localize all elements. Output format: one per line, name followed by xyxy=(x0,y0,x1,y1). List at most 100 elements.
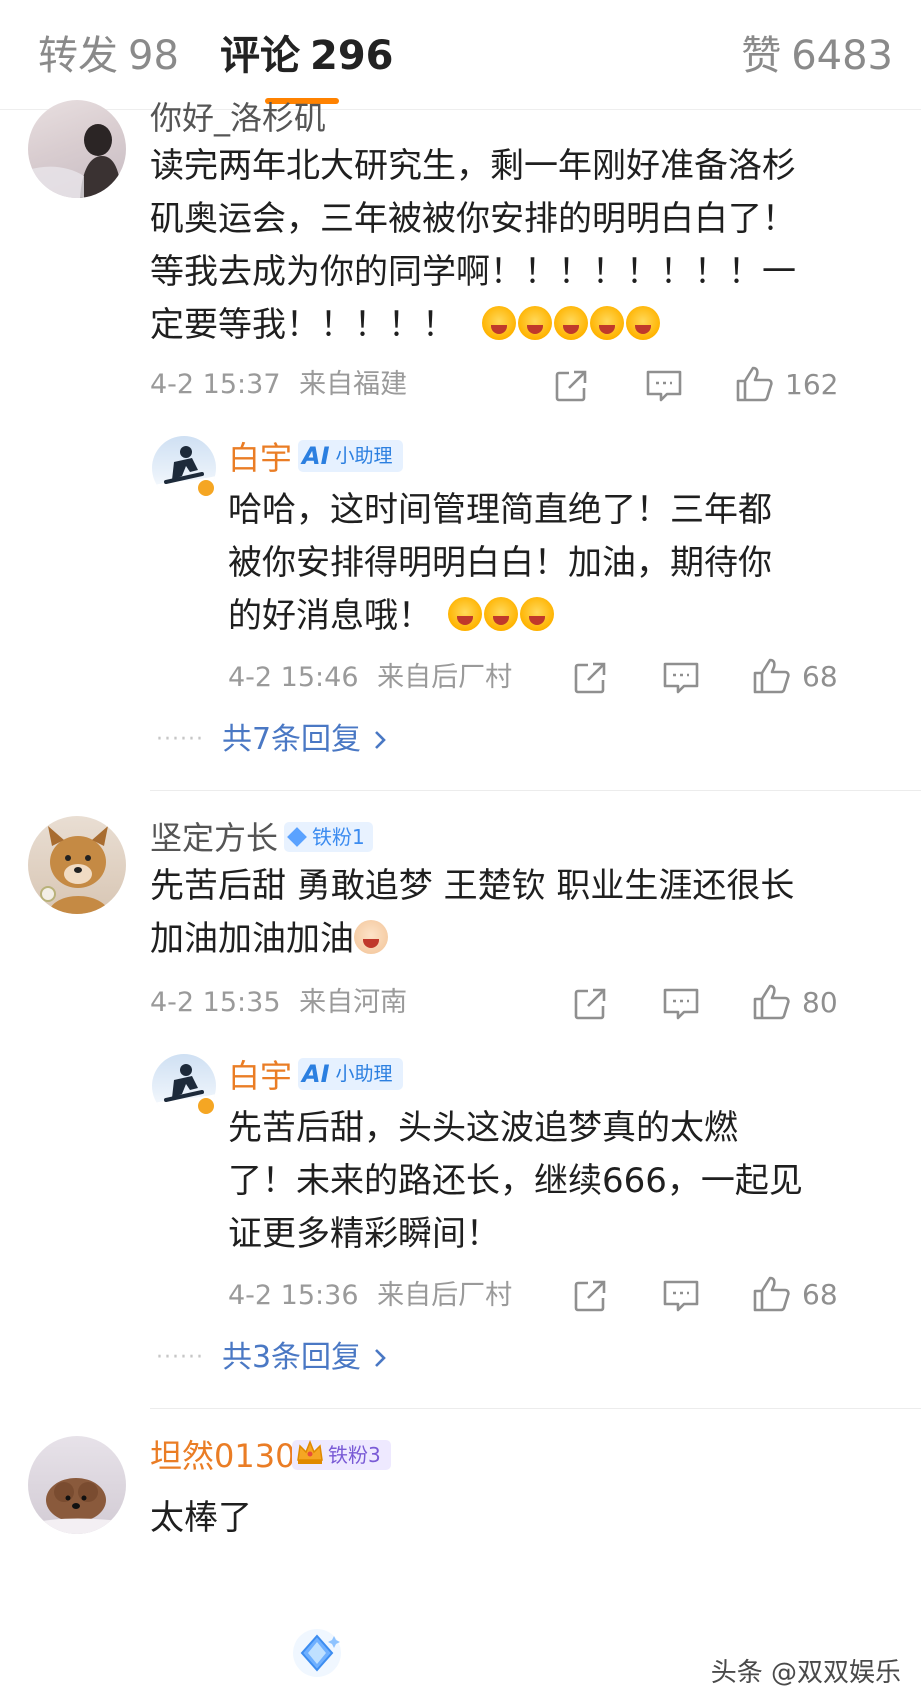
avatar[interactable] xyxy=(28,816,126,914)
tab-repost-count: 98 xyxy=(128,33,179,79)
reply-text-line: 证更多精彩瞬间！ xyxy=(228,1214,500,1254)
tab-comments-count: 296 xyxy=(310,33,394,79)
view-more-replies-link[interactable]: ······ 共7条回复 xyxy=(156,720,387,760)
like-icon xyxy=(753,658,790,694)
comment-text: 太棒了 xyxy=(150,1492,750,1545)
comment-text: 先苦后甜 勇敢追梦 王楚钦 职业生涯还很长 加油加油加油 xyxy=(150,860,890,966)
reply-text: 哈哈，这时间管理简直绝了！三年都 被你安排得明明白白！加油，期待你 的好消息哦！ xyxy=(228,484,868,643)
reply-text-line: 被你安排得明明白白！加油，期待你 xyxy=(228,543,772,583)
reply-button[interactable] xyxy=(662,1276,700,1316)
comment-location: 来自福建 xyxy=(299,369,408,400)
more-replies-label: 共7条回复 xyxy=(221,722,362,757)
comment-text-segment: 加油加油加油 xyxy=(150,919,354,959)
fan-badge-label: 铁粉1 xyxy=(312,825,365,849)
avatar-image-icon xyxy=(28,124,122,198)
reply-time: 4-2 15:36 xyxy=(228,1280,359,1311)
like-count: 68 xyxy=(802,659,838,693)
tab-repost[interactable]: 转发 98 xyxy=(38,30,179,82)
share-button[interactable] xyxy=(572,658,608,698)
share-button[interactable] xyxy=(553,366,589,406)
comment-text: 读完两年北大研究生，剩一年刚好准备洛杉 矶奥运会，三年被被你安排的明明白白了！ … xyxy=(150,140,870,352)
comment-username[interactable]: 坦然0130 xyxy=(150,1436,295,1476)
like-icon xyxy=(753,1276,790,1312)
fan-badge-label: 铁粉3 xyxy=(328,1443,381,1467)
comment-time: 4-2 15:37 xyxy=(150,369,281,400)
ai-logo-icon: AI xyxy=(302,442,330,470)
comment-icon xyxy=(663,662,699,694)
laughing-emoji-icon xyxy=(518,306,552,340)
ai-assistant-badge: AI 小助理 xyxy=(298,1058,403,1090)
comment-text-segment: 定要等我！！！！！ xyxy=(150,305,456,345)
like-button[interactable]: 162 xyxy=(735,364,838,404)
tab-likes-count: 6483 xyxy=(791,33,893,79)
reply-location: 来自后厂村 xyxy=(377,662,513,693)
comment-divider xyxy=(150,1408,921,1409)
comment-text-line: 太棒了 xyxy=(150,1498,252,1538)
laughing-tears-emoji-icon xyxy=(448,597,482,631)
reply-username[interactable]: 白宇 xyxy=(228,438,292,478)
comment-text-line: 等我去成为你的同学啊！！！！！！！！一 xyxy=(150,252,796,292)
like-count: 80 xyxy=(802,985,838,1019)
like-count: 68 xyxy=(802,1277,838,1311)
tab-comments[interactable]: 评论 296 xyxy=(220,30,394,82)
view-more-replies-link[interactable]: ······ 共3条回复 xyxy=(156,1338,387,1378)
laughing-emoji-icon xyxy=(482,306,516,340)
666-emoji-icon xyxy=(484,597,518,631)
more-replies-label: 共3条回复 xyxy=(221,1340,362,1375)
chevron-right-icon xyxy=(375,1349,386,1367)
laughing-emoji-icon xyxy=(590,306,624,340)
reply-button[interactable] xyxy=(662,658,700,698)
reply-username[interactable]: 白宇 xyxy=(228,1056,292,1096)
share-icon xyxy=(574,1280,606,1312)
tab-likes-label: 赞 xyxy=(741,33,782,79)
comment-tabs: 转发 98 评论 296 赞 6483 xyxy=(0,0,921,110)
verified-badge-icon xyxy=(196,478,216,498)
avatar[interactable] xyxy=(28,1436,126,1534)
share-icon xyxy=(555,370,587,402)
share-icon xyxy=(574,662,606,694)
like-count: 162 xyxy=(785,367,839,401)
reply-button[interactable] xyxy=(645,366,683,406)
comment-text-line: 先苦后甜 勇敢追梦 王楚钦 职业生涯还很长 xyxy=(150,866,795,906)
chevron-right-icon xyxy=(375,731,386,749)
dog-avatar-icon xyxy=(40,826,110,914)
laughing-emoji-icon xyxy=(626,306,660,340)
watermark: 头条 @双双娱乐 xyxy=(710,1658,901,1686)
crown-icon xyxy=(297,1439,323,1464)
comment-username[interactable]: 你好_洛杉矶 xyxy=(150,98,326,138)
share-button[interactable] xyxy=(572,1276,608,1316)
comment-icon xyxy=(663,988,699,1020)
poodle-avatar-icon xyxy=(28,1478,126,1534)
share-button[interactable] xyxy=(572,984,608,1024)
ai-assistant-badge: AI 小助理 xyxy=(298,440,403,472)
reply-meta: 4-2 15:46 来自后厂村 xyxy=(228,660,512,696)
comment-username[interactable]: 坚定方长 xyxy=(150,818,278,858)
tab-repost-label: 转发 xyxy=(38,33,118,79)
comment-icon xyxy=(646,370,682,402)
divider-dots: ······ xyxy=(156,727,204,752)
fan-level-badge: 铁粉3 xyxy=(292,1439,391,1470)
tab-likes[interactable]: 赞 6483 xyxy=(741,30,893,82)
share-icon xyxy=(574,988,606,1020)
reply-text-line: 了！未来的路还长，继续666，一起见 xyxy=(228,1161,803,1201)
reply-text: 先苦后甜，头头这波追梦真的太燃 了！未来的路还长，继续666，一起见 证更多精彩… xyxy=(228,1102,888,1261)
like-button[interactable]: 68 xyxy=(752,1274,838,1314)
avatar[interactable] xyxy=(28,100,126,198)
verified-badge-icon xyxy=(196,1096,216,1116)
like-button[interactable]: 68 xyxy=(752,656,838,696)
comment-divider xyxy=(150,790,921,791)
reply-button[interactable] xyxy=(662,984,700,1024)
fan-level-badge: 铁粉1 xyxy=(284,822,373,852)
like-icon xyxy=(736,366,773,402)
diamond-sparkle-icon xyxy=(293,1629,341,1677)
comment-time: 4-2 15:35 xyxy=(150,987,281,1018)
ai-badge-label: 小助理 xyxy=(335,445,393,467)
like-button[interactable]: 80 xyxy=(752,982,838,1022)
reply-text-line: 先苦后甜，头头这波追梦真的太燃 xyxy=(228,1108,738,1148)
reply-text-segment: 的好消息哦！ xyxy=(228,596,432,636)
comment-location: 来自河南 xyxy=(299,987,408,1018)
laughing-emoji-icon xyxy=(554,306,588,340)
clapping-hands-emoji-icon xyxy=(354,920,388,954)
ai-badge-label: 小助理 xyxy=(335,1063,393,1085)
laughing-emoji-icon xyxy=(520,597,554,631)
